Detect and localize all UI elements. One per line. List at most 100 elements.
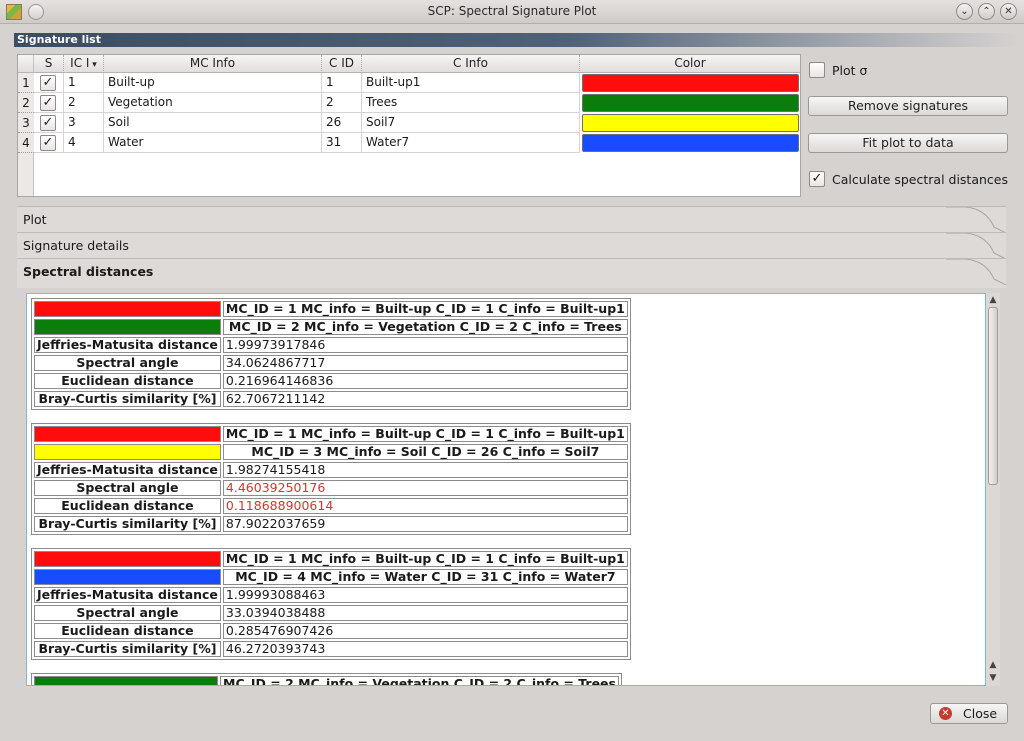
plot-sigma-checkbox[interactable] bbox=[809, 62, 825, 78]
jm-label: Jeffries-Matusita distance bbox=[34, 337, 221, 353]
sa-value: 34.0624867717 bbox=[222, 355, 628, 371]
scroll-up-icon[interactable]: ▲ bbox=[986, 294, 1000, 306]
ed-value: 0.285476907426 bbox=[222, 623, 628, 639]
mc-id-cell[interactable]: 3 bbox=[64, 113, 104, 133]
fit-plot-button[interactable]: Fit plot to data bbox=[808, 133, 1008, 153]
signature-b-info: MC_ID = 2 MC_info = Vegetation C_ID = 2 … bbox=[222, 319, 628, 335]
mc-id-cell[interactable]: 2 bbox=[64, 93, 104, 113]
close-window-icon[interactable]: ✕ bbox=[1000, 3, 1017, 20]
plot-sigma-label[interactable]: Plot σ bbox=[832, 63, 867, 78]
tab-edge-shape bbox=[946, 259, 1006, 285]
distance-table: MC_ID = 1 MC_info = Built-up C_ID = 1 C_… bbox=[31, 298, 631, 410]
tab-edge-shape bbox=[946, 207, 1006, 233]
table-row[interactable]: 3 ✓ 3 Soil 26 Soil7 bbox=[18, 113, 800, 133]
minimize-icon[interactable]: ⌄ bbox=[956, 3, 973, 20]
sort-down-icon: ▾ bbox=[89, 60, 97, 70]
row-checkbox[interactable]: ✓ bbox=[40, 115, 56, 131]
c-info-cell[interactable]: Built-up1 bbox=[362, 73, 580, 93]
signature-a-info: MC_ID = 2 MC_info = Vegetation C_ID = 2 … bbox=[220, 676, 619, 685]
signature-color-swatch bbox=[34, 551, 221, 567]
close-button[interactable]: ✕ Close bbox=[930, 703, 1008, 724]
sa-label: Spectral angle bbox=[34, 480, 221, 496]
bc-value: 46.2720393743 bbox=[222, 641, 628, 657]
color-swatch[interactable] bbox=[582, 94, 799, 112]
row-number[interactable]: 1 bbox=[18, 73, 34, 93]
distance-table: MC_ID = 1 MC_info = Built-up C_ID = 1 C_… bbox=[31, 423, 631, 535]
scrollbar-thumb[interactable] bbox=[988, 307, 998, 485]
sa-label: Spectral angle bbox=[34, 605, 221, 621]
bc-label: Bray-Curtis similarity [%] bbox=[34, 391, 221, 407]
c-id-cell[interactable]: 31 bbox=[322, 133, 362, 153]
tab-plot[interactable]: Plot bbox=[17, 206, 1006, 233]
tab-edge-shape bbox=[946, 233, 1006, 259]
mc-info-cell[interactable]: Soil bbox=[104, 113, 322, 133]
c-id-cell[interactable]: 26 bbox=[322, 113, 362, 133]
close-button-label: Close bbox=[963, 706, 998, 721]
window-title: SCP: Spectral Signature Plot bbox=[427, 4, 597, 18]
sa-value: 33.0394038488 bbox=[222, 605, 628, 621]
mc-info-cell[interactable]: Built-up bbox=[104, 73, 322, 93]
bc-value: 87.9022037659 bbox=[222, 516, 628, 532]
table-row[interactable]: 2 ✓ 2 Vegetation 2 Trees bbox=[18, 93, 800, 113]
column-header-mc-id[interactable]: IC I ▾ bbox=[64, 55, 104, 73]
row-number[interactable]: 3 bbox=[18, 113, 34, 133]
column-header-c-id[interactable]: C ID bbox=[322, 55, 362, 73]
column-header-s[interactable]: S bbox=[34, 55, 64, 73]
column-header-c-info[interactable]: C Info bbox=[362, 55, 580, 73]
select-cell[interactable]: ✓ bbox=[34, 133, 64, 153]
mc-id-cell[interactable]: 4 bbox=[64, 133, 104, 153]
mc-info-cell[interactable]: Water bbox=[104, 133, 322, 153]
remove-signatures-button[interactable]: Remove signatures bbox=[808, 96, 1008, 116]
bc-label: Bray-Curtis similarity [%] bbox=[34, 641, 221, 657]
jm-value: 1.98274155418 bbox=[222, 462, 628, 478]
signature-color-swatch bbox=[34, 444, 221, 460]
calculate-distances-checkbox[interactable]: ✓ bbox=[809, 171, 825, 187]
bc-value: 62.7067211142 bbox=[222, 391, 628, 407]
spectral-distances-view[interactable]: MC_ID = 1 MC_info = Built-up C_ID = 1 C_… bbox=[26, 293, 986, 686]
select-cell[interactable]: ✓ bbox=[34, 93, 64, 113]
sa-label: Spectral angle bbox=[34, 355, 221, 371]
vertical-scrollbar[interactable]: ▲ ▲ ▼ bbox=[986, 293, 1000, 686]
jm-label: Jeffries-Matusita distance bbox=[34, 462, 221, 478]
corner-cell[interactable] bbox=[18, 55, 34, 73]
mc-info-cell[interactable]: Vegetation bbox=[104, 93, 322, 113]
color-swatch[interactable] bbox=[582, 74, 799, 92]
row-number[interactable]: 2 bbox=[18, 93, 34, 113]
c-id-cell[interactable]: 2 bbox=[322, 93, 362, 113]
select-cell[interactable]: ✓ bbox=[34, 73, 64, 93]
maximize-icon[interactable]: ⌃ bbox=[978, 3, 995, 20]
color-swatch[interactable] bbox=[582, 134, 799, 152]
close-icon: ✕ bbox=[939, 707, 952, 720]
row-checkbox[interactable]: ✓ bbox=[40, 95, 56, 111]
row-number[interactable]: 4 bbox=[18, 133, 34, 153]
tab-signature-details[interactable]: Signature details bbox=[17, 232, 1006, 259]
column-header-mc-info[interactable]: MC Info bbox=[104, 55, 322, 73]
color-swatch[interactable] bbox=[582, 114, 799, 132]
signature-color-swatch bbox=[34, 426, 221, 442]
ed-value: 0.118688900614 bbox=[222, 498, 628, 514]
tab-spectral-distances[interactable]: Spectral distances bbox=[17, 258, 1006, 288]
mc-id-cell[interactable]: 1 bbox=[64, 73, 104, 93]
scroll-down-icon[interactable]: ▼ bbox=[986, 672, 1000, 684]
c-info-cell[interactable]: Water7 bbox=[362, 133, 580, 153]
c-info-cell[interactable]: Soil7 bbox=[362, 113, 580, 133]
ed-value: 0.216964146836 bbox=[222, 373, 628, 389]
signature-color-swatch bbox=[34, 301, 221, 317]
signature-color-swatch bbox=[34, 569, 221, 585]
select-cell[interactable]: ✓ bbox=[34, 113, 64, 133]
column-header-color[interactable]: Color bbox=[580, 55, 800, 73]
distance-table: MC_ID = 1 MC_info = Built-up C_ID = 1 C_… bbox=[31, 548, 631, 660]
signature-b-info: MC_ID = 3 MC_info = Soil C_ID = 26 C_inf… bbox=[222, 444, 628, 460]
calculate-distances-label[interactable]: Calculate spectral distances bbox=[832, 172, 1008, 187]
row-checkbox[interactable]: ✓ bbox=[40, 75, 56, 91]
signature-table[interactable]: S IC I ▾ MC Info C ID C Info Color 1 ✓ 1… bbox=[17, 54, 801, 197]
c-info-cell[interactable]: Trees bbox=[362, 93, 580, 113]
row-checkbox[interactable]: ✓ bbox=[40, 135, 56, 151]
c-id-cell[interactable]: 1 bbox=[322, 73, 362, 93]
scroll-up-icon[interactable]: ▲ bbox=[986, 659, 1000, 671]
table-row[interactable]: 1 ✓ 1 Built-up 1 Built-up1 bbox=[18, 73, 800, 93]
window-titlebar: SCP: Spectral Signature Plot ⌄ ⌃ ✕ bbox=[0, 0, 1024, 24]
table-row[interactable]: 4 ✓ 4 Water 31 Water7 bbox=[18, 133, 800, 153]
distance-table: MC_ID = 2 MC_info = Vegetation C_ID = 2 … bbox=[31, 673, 622, 685]
jm-label: Jeffries-Matusita distance bbox=[34, 587, 221, 603]
